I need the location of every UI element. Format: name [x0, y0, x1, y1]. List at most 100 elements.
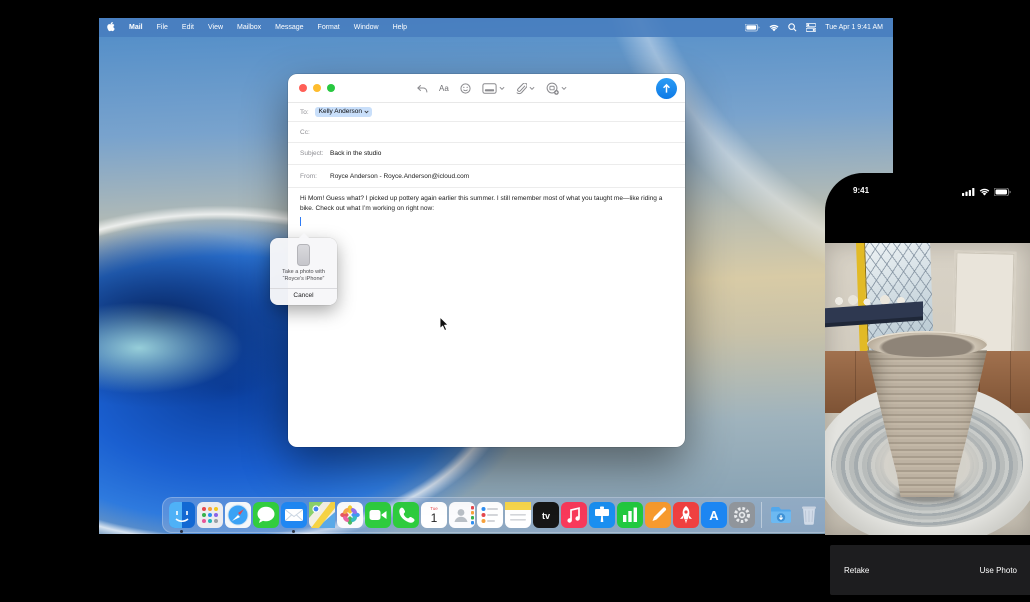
battery-icon — [994, 188, 1011, 196]
subject-value: Back in the studio — [330, 150, 381, 157]
zoom-button[interactable] — [327, 84, 335, 92]
finder-icon[interactable] — [169, 502, 195, 528]
iphone-screen: 9:41 Retake Use Photo — [825, 173, 1030, 602]
maps-icon[interactable] — [309, 502, 335, 528]
menu-item-file[interactable]: File — [150, 24, 175, 31]
photos-icon[interactable] — [337, 502, 363, 528]
emoji-button[interactable] — [460, 83, 471, 94]
facetime-icon[interactable] — [365, 502, 391, 528]
music-icon[interactable] — [561, 502, 587, 528]
appstore-glyph: A — [709, 508, 719, 523]
popover-title-line2: “Royce’s iPhone” — [270, 276, 337, 283]
appstore-icon[interactable]: A — [701, 502, 727, 528]
chevron-down-icon — [499, 86, 505, 91]
send-arrow-icon — [661, 83, 672, 94]
emoji-icon — [460, 83, 471, 94]
menu-item-app[interactable]: Mail — [122, 24, 150, 31]
cellular-signal-icon — [962, 188, 975, 196]
undo-button[interactable] — [416, 84, 428, 94]
notes-icon[interactable] — [505, 502, 531, 528]
menu-item-edit[interactable]: Edit — [175, 24, 201, 31]
chevron-down-icon — [529, 86, 535, 91]
text-caret — [300, 217, 301, 226]
search-icon[interactable] — [788, 23, 797, 32]
insert-from-device-button[interactable] — [546, 82, 567, 95]
menu-item-message[interactable]: Message — [268, 24, 310, 31]
clay-pot — [867, 331, 987, 497]
to-field[interactable]: To: Kelly Anderson — [288, 103, 685, 122]
recipient-name: Kelly Anderson — [319, 108, 362, 115]
tv-icon[interactable]: tv — [533, 502, 559, 528]
launchpad-icon[interactable] — [197, 502, 223, 528]
message-body[interactable]: Hi Mom! Guess what? I picked up pottery … — [300, 194, 673, 214]
from-value: Royce Anderson - Royce.Anderson@icloud.c… — [330, 173, 469, 180]
apple-logo-icon — [106, 21, 115, 32]
clay-pot-body — [867, 341, 987, 497]
mail-icon[interactable] — [281, 502, 307, 528]
insert-from-device-icon — [546, 82, 559, 95]
calendar-day-label: 1 — [431, 511, 438, 525]
rocket-app-icon[interactable] — [673, 502, 699, 528]
mail-compose-window: Aa To: Kelly Anderson Cc: Subject: Back … — [288, 74, 685, 447]
iphone-status-bar: 9:41 — [825, 173, 1030, 213]
from-label: From: — [288, 173, 317, 180]
popover-title-line1: Take a photo with — [270, 269, 337, 276]
numbers-icon[interactable] — [617, 502, 643, 528]
menu-item-format[interactable]: Format — [311, 24, 347, 31]
close-button[interactable] — [299, 84, 307, 92]
paperclip-icon — [516, 83, 527, 95]
settings-icon[interactable] — [729, 502, 755, 528]
calendar-icon[interactable]: Tue1 — [421, 502, 447, 528]
wifi-icon[interactable] — [769, 24, 779, 32]
downloads-folder-icon[interactable] — [768, 502, 794, 528]
minimize-button[interactable] — [313, 84, 321, 92]
subject-label: Subject: — [288, 150, 324, 157]
use-photo-button[interactable]: Use Photo — [980, 566, 1017, 575]
pages-icon[interactable] — [645, 502, 671, 528]
iphone-time: 9:41 — [853, 186, 869, 195]
control-center-icon[interactable] — [806, 23, 816, 32]
photo-browser-button[interactable] — [482, 83, 505, 94]
reminders-icon[interactable] — [477, 502, 503, 528]
from-field[interactable]: From: Royce Anderson - Royce.Anderson@ic… — [288, 165, 685, 188]
undo-icon — [416, 84, 428, 94]
window-toolbar: Aa — [288, 74, 685, 103]
recipient-token[interactable]: Kelly Anderson — [315, 107, 372, 117]
battery-icon[interactable] — [745, 24, 760, 32]
cc-field[interactable]: Cc: — [288, 122, 685, 143]
cancel-button[interactable]: Cancel — [270, 289, 337, 300]
camera-action-bar: Retake Use Photo — [830, 545, 1030, 595]
photo-browser-icon — [482, 83, 497, 94]
phone-icon[interactable] — [393, 502, 419, 528]
retake-button[interactable]: Retake — [844, 566, 869, 575]
messages-icon[interactable] — [253, 502, 279, 528]
chevron-down-icon — [364, 110, 369, 114]
dock: Tue1 tv A — [162, 497, 832, 533]
camera-preview-photo — [825, 243, 1030, 535]
cc-label: Cc: — [288, 129, 310, 136]
apple-menu[interactable] — [99, 21, 122, 34]
contacts-icon[interactable] — [449, 502, 475, 528]
tv-label: tv — [542, 511, 550, 521]
clay-pot-rim — [867, 331, 987, 357]
menu-bar: Mail File Edit View Mailbox Message Form… — [99, 18, 893, 37]
dock-separator — [761, 502, 762, 528]
send-button[interactable] — [656, 78, 677, 99]
menu-item-window[interactable]: Window — [347, 24, 386, 31]
keynote-icon[interactable] — [589, 502, 615, 528]
wifi-icon — [979, 188, 990, 196]
menu-clock[interactable]: Tue Apr 1 9:41 AM — [825, 24, 883, 31]
trash-icon[interactable] — [796, 502, 822, 528]
chevron-down-icon — [561, 86, 567, 91]
continuity-camera-popover: Take a photo with “Royce’s iPhone” Cance… — [270, 238, 337, 305]
menu-item-help[interactable]: Help — [386, 24, 414, 31]
format-button[interactable]: Aa — [439, 84, 449, 93]
safari-icon[interactable] — [225, 502, 251, 528]
menu-item-mailbox[interactable]: Mailbox — [230, 24, 268, 31]
to-label: To: — [288, 109, 309, 116]
iphone-icon — [297, 244, 310, 266]
subject-field[interactable]: Subject: Back in the studio — [288, 143, 685, 165]
menu-item-view[interactable]: View — [201, 24, 230, 31]
attach-button[interactable] — [516, 83, 535, 95]
mouse-cursor — [439, 316, 450, 337]
